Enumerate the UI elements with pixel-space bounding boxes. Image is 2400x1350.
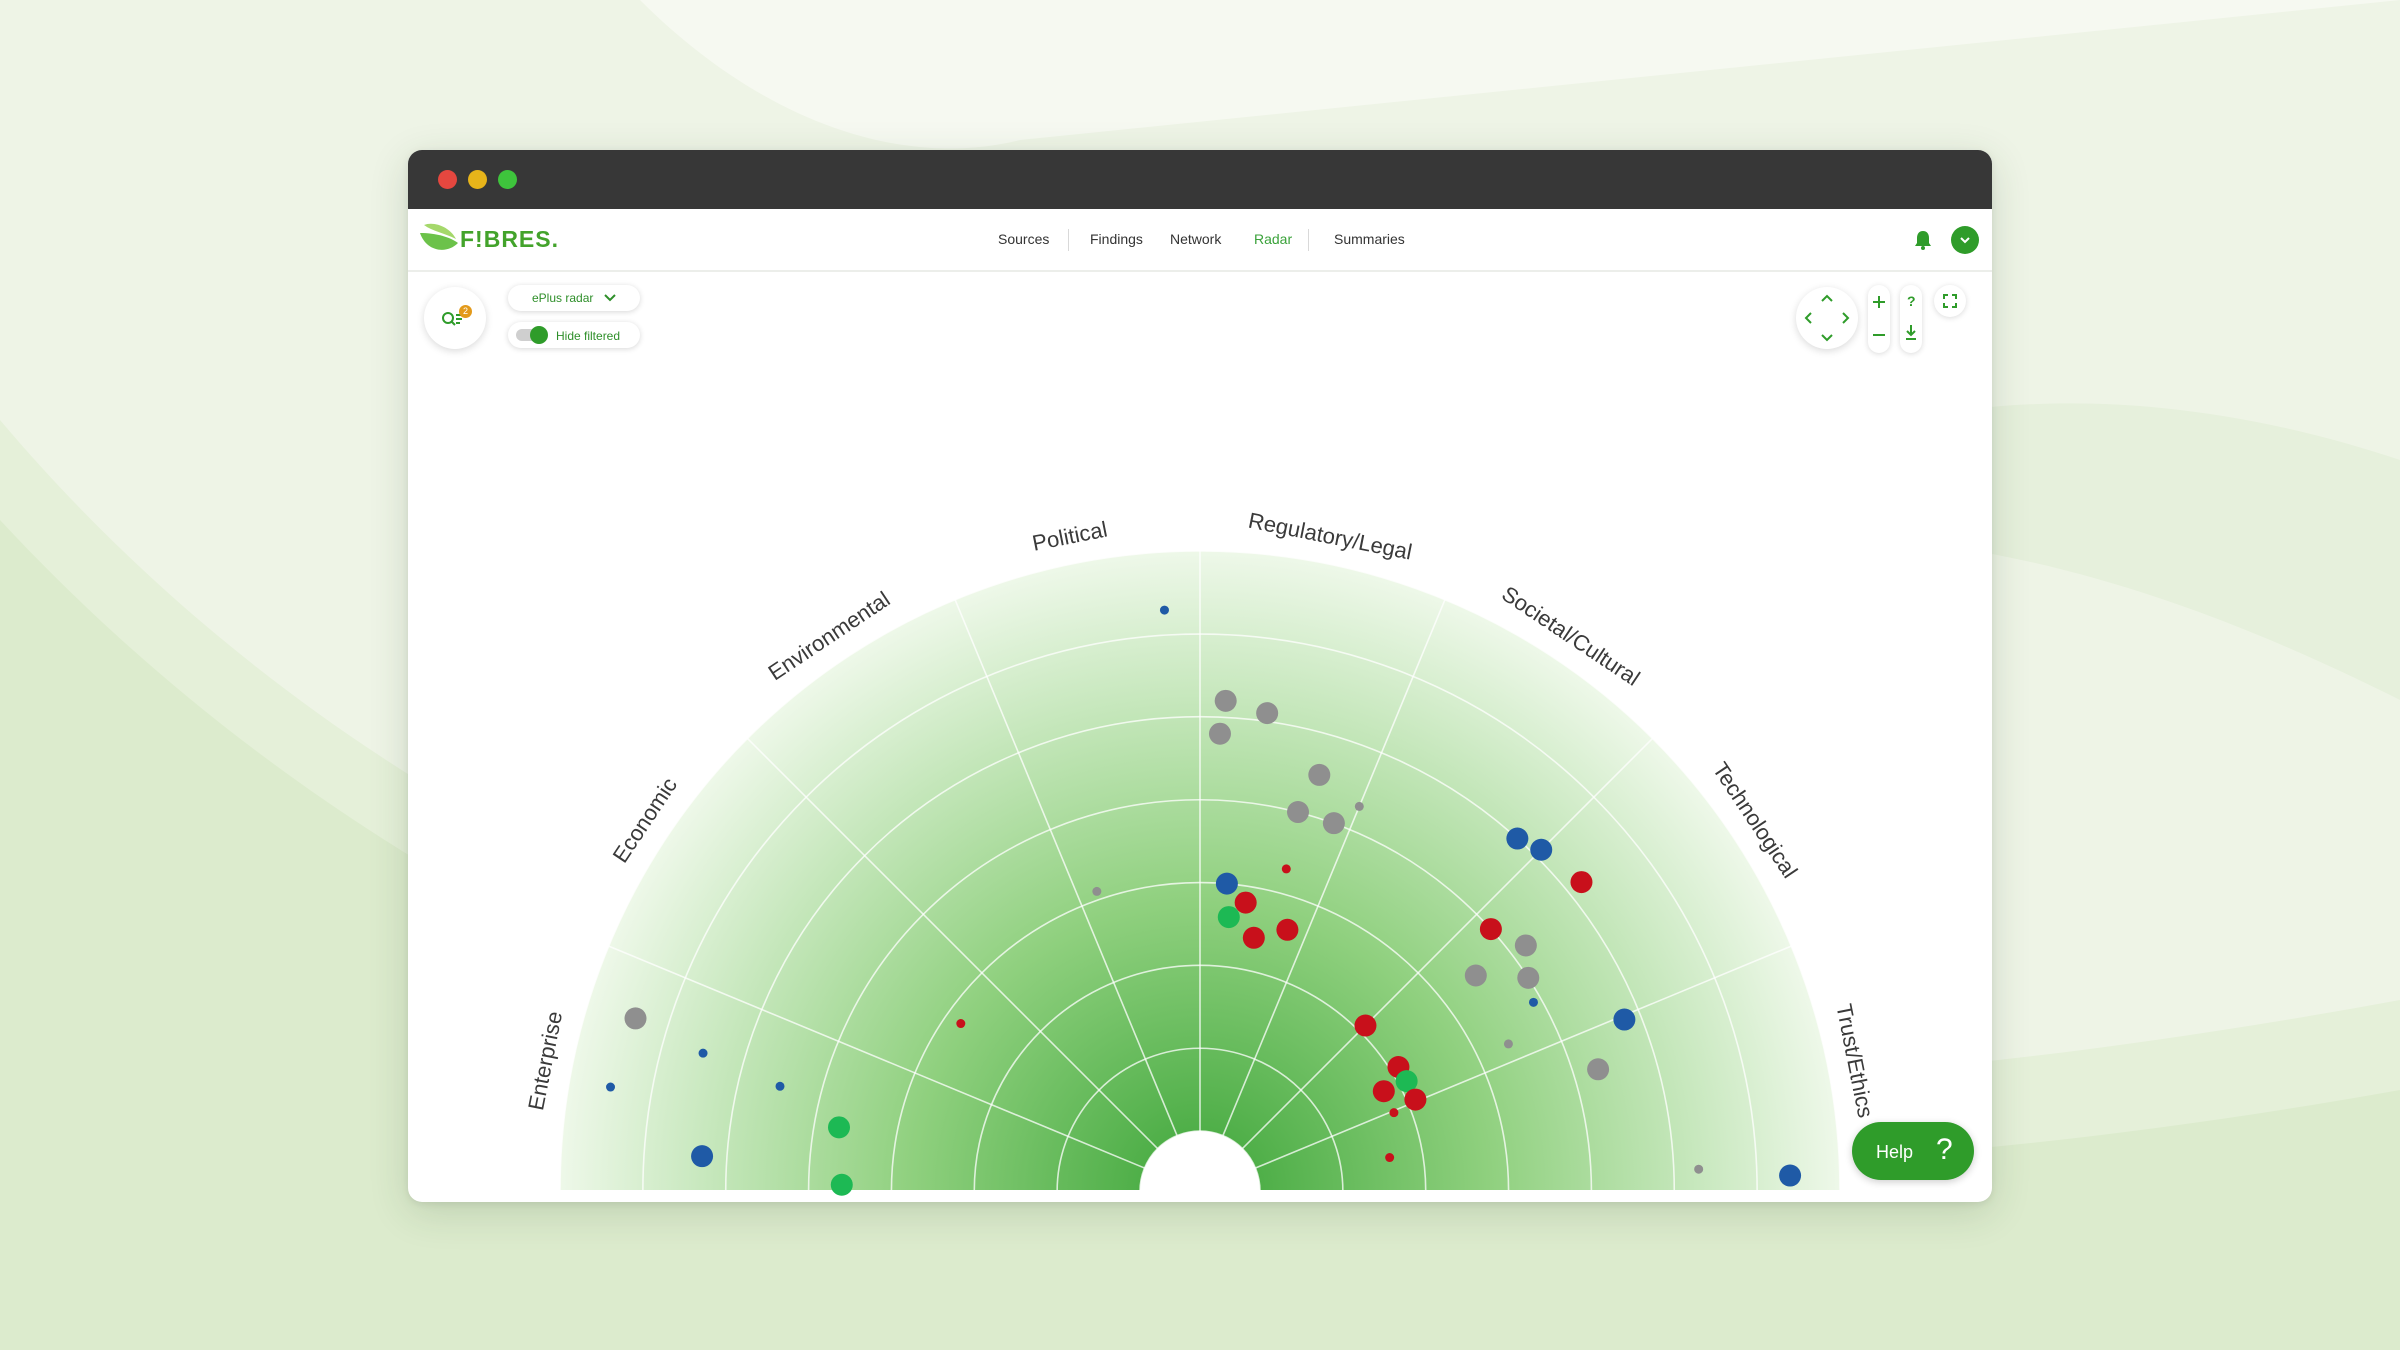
sector-label-enterprise: Enterprise [523,1009,567,1112]
radar-point[interactable] [1404,1088,1427,1111]
radar-point[interactable] [1587,1058,1610,1081]
radar-point[interactable] [1281,864,1291,874]
radar-point[interactable] [698,1048,708,1058]
radar-point[interactable] [691,1145,714,1168]
radar-point[interactable] [1517,966,1540,989]
radar-point[interactable] [1694,1164,1704,1174]
radar-point[interactable] [1503,1039,1513,1049]
radar-point[interactable] [827,1116,850,1139]
radar-point[interactable] [1514,934,1537,957]
radar-point[interactable] [1389,1108,1399,1118]
user-menu-button[interactable] [1951,226,1979,254]
nav-findings[interactable]: Findings [1090,231,1143,247]
radar-point[interactable] [830,1173,853,1196]
nav-network[interactable]: Network [1170,231,1221,247]
radar-chart: EnterpriseEconomicEnvironmentalPolitical… [523,508,1878,1196]
radar-point[interactable] [1215,872,1238,895]
radar-point[interactable] [1385,1153,1395,1163]
help-label: Help [1876,1142,1914,1162]
radar-point[interactable] [1234,891,1257,914]
sector-label-political: Political [1030,516,1109,555]
radar-point[interactable] [1322,812,1345,835]
bell-icon[interactable] [1914,230,1932,250]
radar-point[interactable] [1613,1008,1636,1031]
radar-point[interactable] [1092,886,1102,896]
close-window-dot[interactable] [438,170,457,189]
radar-point[interactable] [1372,1080,1395,1103]
radar-point[interactable] [775,1081,785,1091]
radar-point[interactable] [1570,871,1593,894]
radar-point[interactable] [1528,997,1538,1007]
minimize-window-dot[interactable] [468,170,487,189]
brand-name: F!BRES. [460,226,559,252]
help-button[interactable]: Help ? [1852,1122,1974,1180]
radar-point[interactable] [1242,926,1265,949]
radar-point[interactable] [1354,801,1364,811]
radar-point[interactable] [606,1082,616,1092]
window-titlebar [408,150,1992,209]
radar-point[interactable] [1256,702,1279,725]
radar-point[interactable] [1506,827,1529,850]
app-window: F!BRES. Sources Findings Network Radar S… [408,150,1992,1202]
radar-point[interactable] [1354,1014,1377,1037]
radar-point[interactable] [1779,1164,1802,1187]
nav-separator [1068,229,1069,251]
maximize-window-dot[interactable] [498,170,517,189]
radar-point[interactable] [1308,763,1331,786]
leaf-logo-icon [420,223,458,250]
radar-point[interactable] [1479,918,1502,941]
help-question-icon: ? [1936,1133,1953,1166]
radar-point[interactable] [1159,605,1169,615]
nav-sources[interactable]: Sources [998,231,1049,247]
radar-point[interactable] [1217,906,1240,929]
radar-point[interactable] [1208,722,1231,745]
radar-point[interactable] [956,1019,966,1029]
nav-radar[interactable]: Radar [1254,231,1292,247]
chevron-down-icon [1960,237,1970,244]
radar-point[interactable] [1214,689,1237,712]
nav-separator [1308,229,1309,251]
sector-label-trust-ethics: Trust/Ethics [1831,1002,1878,1120]
radar-point[interactable] [624,1007,647,1030]
top-navbar: F!BRES. Sources Findings Network Radar S… [408,209,1992,272]
nav-summaries[interactable]: Summaries [1334,231,1405,247]
radar-point[interactable] [1530,838,1553,861]
radar-point[interactable] [1276,918,1299,941]
radar-point[interactable] [1464,964,1487,987]
radar-point[interactable] [1287,801,1310,824]
